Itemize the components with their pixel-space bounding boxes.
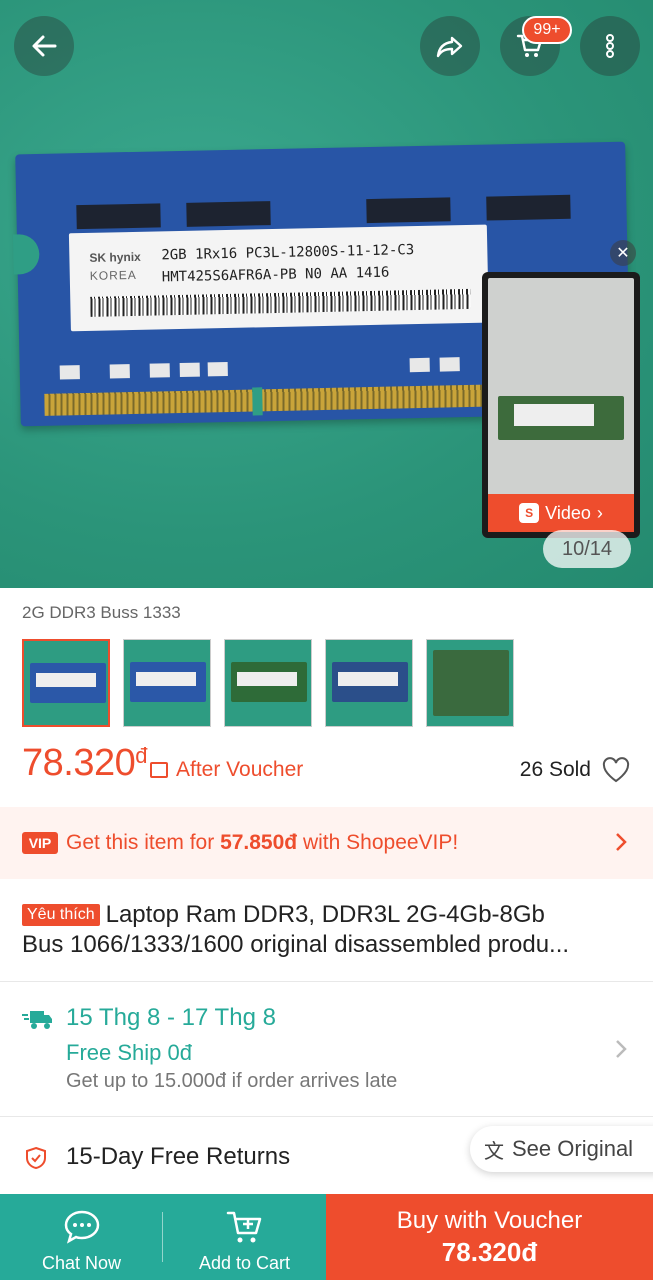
ram-component — [207, 362, 228, 377]
add-to-cart-button[interactable]: Add to Cart — [163, 1194, 326, 1280]
heart-icon[interactable] — [602, 757, 630, 783]
ram-key-slot — [252, 387, 263, 416]
video-label: Video — [545, 502, 591, 523]
ram-notch — [12, 233, 40, 275]
variation-thumb[interactable] — [426, 639, 514, 727]
thumb-image — [433, 650, 509, 716]
buy-label: Buy with Voucher — [396, 1206, 583, 1234]
buy-price: 78.320đ — [441, 1236, 538, 1267]
ram-component — [409, 357, 430, 373]
ram-component — [149, 363, 170, 378]
ram-chip — [366, 197, 451, 224]
variation-thumb[interactable] — [224, 639, 312, 727]
buy-with-voucher-button[interactable]: Buy with Voucher 78.320đ — [326, 1194, 653, 1280]
after-voucher-label: After Voucher — [176, 758, 304, 781]
translate-icon: 文 — [484, 1140, 504, 1163]
play-video-button[interactable]: S Video › — [488, 494, 634, 532]
shield-check-icon — [26, 1146, 46, 1170]
vip-suffix: with ShopeeVIP! — [302, 831, 459, 854]
ram-brand-sub: KOREA — [89, 267, 137, 283]
bottom-action-bar: Chat Now Add to Cart Buy with Voucher 78… — [0, 1194, 653, 1280]
ram-component — [179, 362, 200, 378]
ram-sticker: SK hynix KOREA 2GB 1Rx16 PC3L-12800S-11-… — [68, 224, 489, 332]
ram-chip — [486, 194, 571, 221]
chevron-right-icon[interactable] — [612, 1036, 630, 1062]
chevron-right-icon: › — [596, 502, 603, 523]
price-value: 78.320 — [22, 742, 136, 784]
video-ram-label — [514, 404, 594, 426]
thumb-label — [136, 672, 196, 686]
share-button[interactable] — [420, 16, 480, 76]
see-original-button[interactable]: 文 See Original — [470, 1126, 653, 1172]
video-preview[interactable]: S Video › — [482, 272, 640, 538]
ram-component — [109, 364, 130, 379]
close-icon: ✕ — [616, 245, 630, 262]
more-vertical-icon — [606, 34, 614, 58]
shopee-video-icon: S — [519, 503, 540, 523]
see-original-label: See Original — [512, 1136, 634, 1161]
more-options-button[interactable] — [580, 16, 640, 76]
ram-component — [59, 365, 80, 380]
variation-thumbnails — [22, 639, 514, 727]
product-page: SK hynix KOREA 2GB 1Rx16 PC3L-12800S-11-… — [0, 0, 653, 1280]
chat-icon — [64, 1210, 99, 1244]
vip-prefix: Get this item for — [66, 831, 215, 854]
ram-spec-line2: HMT425S6AFR6A-PB N0 AA 1416 — [161, 264, 390, 286]
image-counter: 10/14 — [543, 530, 631, 568]
variation-thumb[interactable] — [123, 639, 211, 727]
back-button[interactable] — [14, 16, 74, 76]
shopee-vip-banner[interactable]: VIP Get this item for 57.850đ with Shope… — [0, 807, 653, 879]
ram-brand: SK hynix — [89, 249, 141, 265]
ram-chip — [186, 201, 271, 227]
free-returns-label[interactable]: 15-Day Free Returns — [66, 1143, 290, 1171]
cart-plus-icon — [226, 1211, 261, 1243]
divider — [0, 981, 653, 982]
sold-count: 26 Sold — [519, 758, 591, 781]
add-to-cart-label: Add to Cart — [198, 1253, 291, 1273]
voucher-icon — [150, 762, 168, 778]
arrow-left-icon — [32, 35, 57, 57]
variation-thumb[interactable] — [22, 639, 110, 727]
thumb-label — [338, 672, 398, 686]
late-delivery-compensation: Get up to 15.000đ if order arrives late — [66, 1070, 398, 1092]
ram-chip — [76, 203, 161, 230]
secondary-actions: Chat Now Add to Cart — [0, 1194, 326, 1280]
divider — [0, 1116, 653, 1117]
product-price: 78.320đ — [22, 742, 147, 785]
product-title-line1: Laptop Ram DDR3, DDR3L 2G-4Gb-8Gb — [105, 901, 545, 928]
close-video-button[interactable]: ✕ — [610, 240, 636, 266]
product-title-line2: Bus 1066/1333/1600 original disassembled… — [22, 931, 570, 958]
thumb-label — [36, 673, 96, 687]
variation-thumb[interactable] — [325, 639, 413, 727]
cart-count-badge: 99+ — [522, 16, 572, 44]
thumb-label — [237, 672, 297, 686]
separator — [162, 1212, 163, 1262]
free-ship-label: Free Ship 0đ — [66, 1040, 192, 1065]
barcode — [90, 288, 471, 317]
vip-amount: 57.850đ — [220, 831, 298, 854]
product-image-gallery[interactable]: SK hynix KOREA 2GB 1Rx16 PC3L-12800S-11-… — [0, 0, 653, 588]
chat-now-label: Chat Now — [41, 1253, 122, 1273]
product-title: Yêu thích Laptop Ram DDR3, DDR3L 2G-4Gb-8… — [22, 900, 632, 960]
share-icon — [436, 36, 463, 58]
chat-now-button[interactable]: Chat Now — [0, 1194, 163, 1280]
ram-spec-line1: 2GB 1Rx16 PC3L-12800S-11-12-C3 — [161, 242, 415, 264]
chevron-right-icon — [616, 833, 627, 851]
ram-component — [439, 357, 460, 372]
price-currency: đ — [135, 743, 147, 768]
fast-shipping-truck-icon — [22, 1011, 52, 1029]
after-voucher-note: After Voucher — [150, 758, 303, 782]
preferred-seller-tag: Yêu thích — [22, 904, 100, 926]
vip-badge: VIP — [22, 832, 58, 854]
delivery-date-range: 15 Thg 8 - 17 Thg 8 — [66, 1004, 276, 1031]
selected-variation-name: 2G DDR3 Buss 1333 — [22, 603, 181, 622]
